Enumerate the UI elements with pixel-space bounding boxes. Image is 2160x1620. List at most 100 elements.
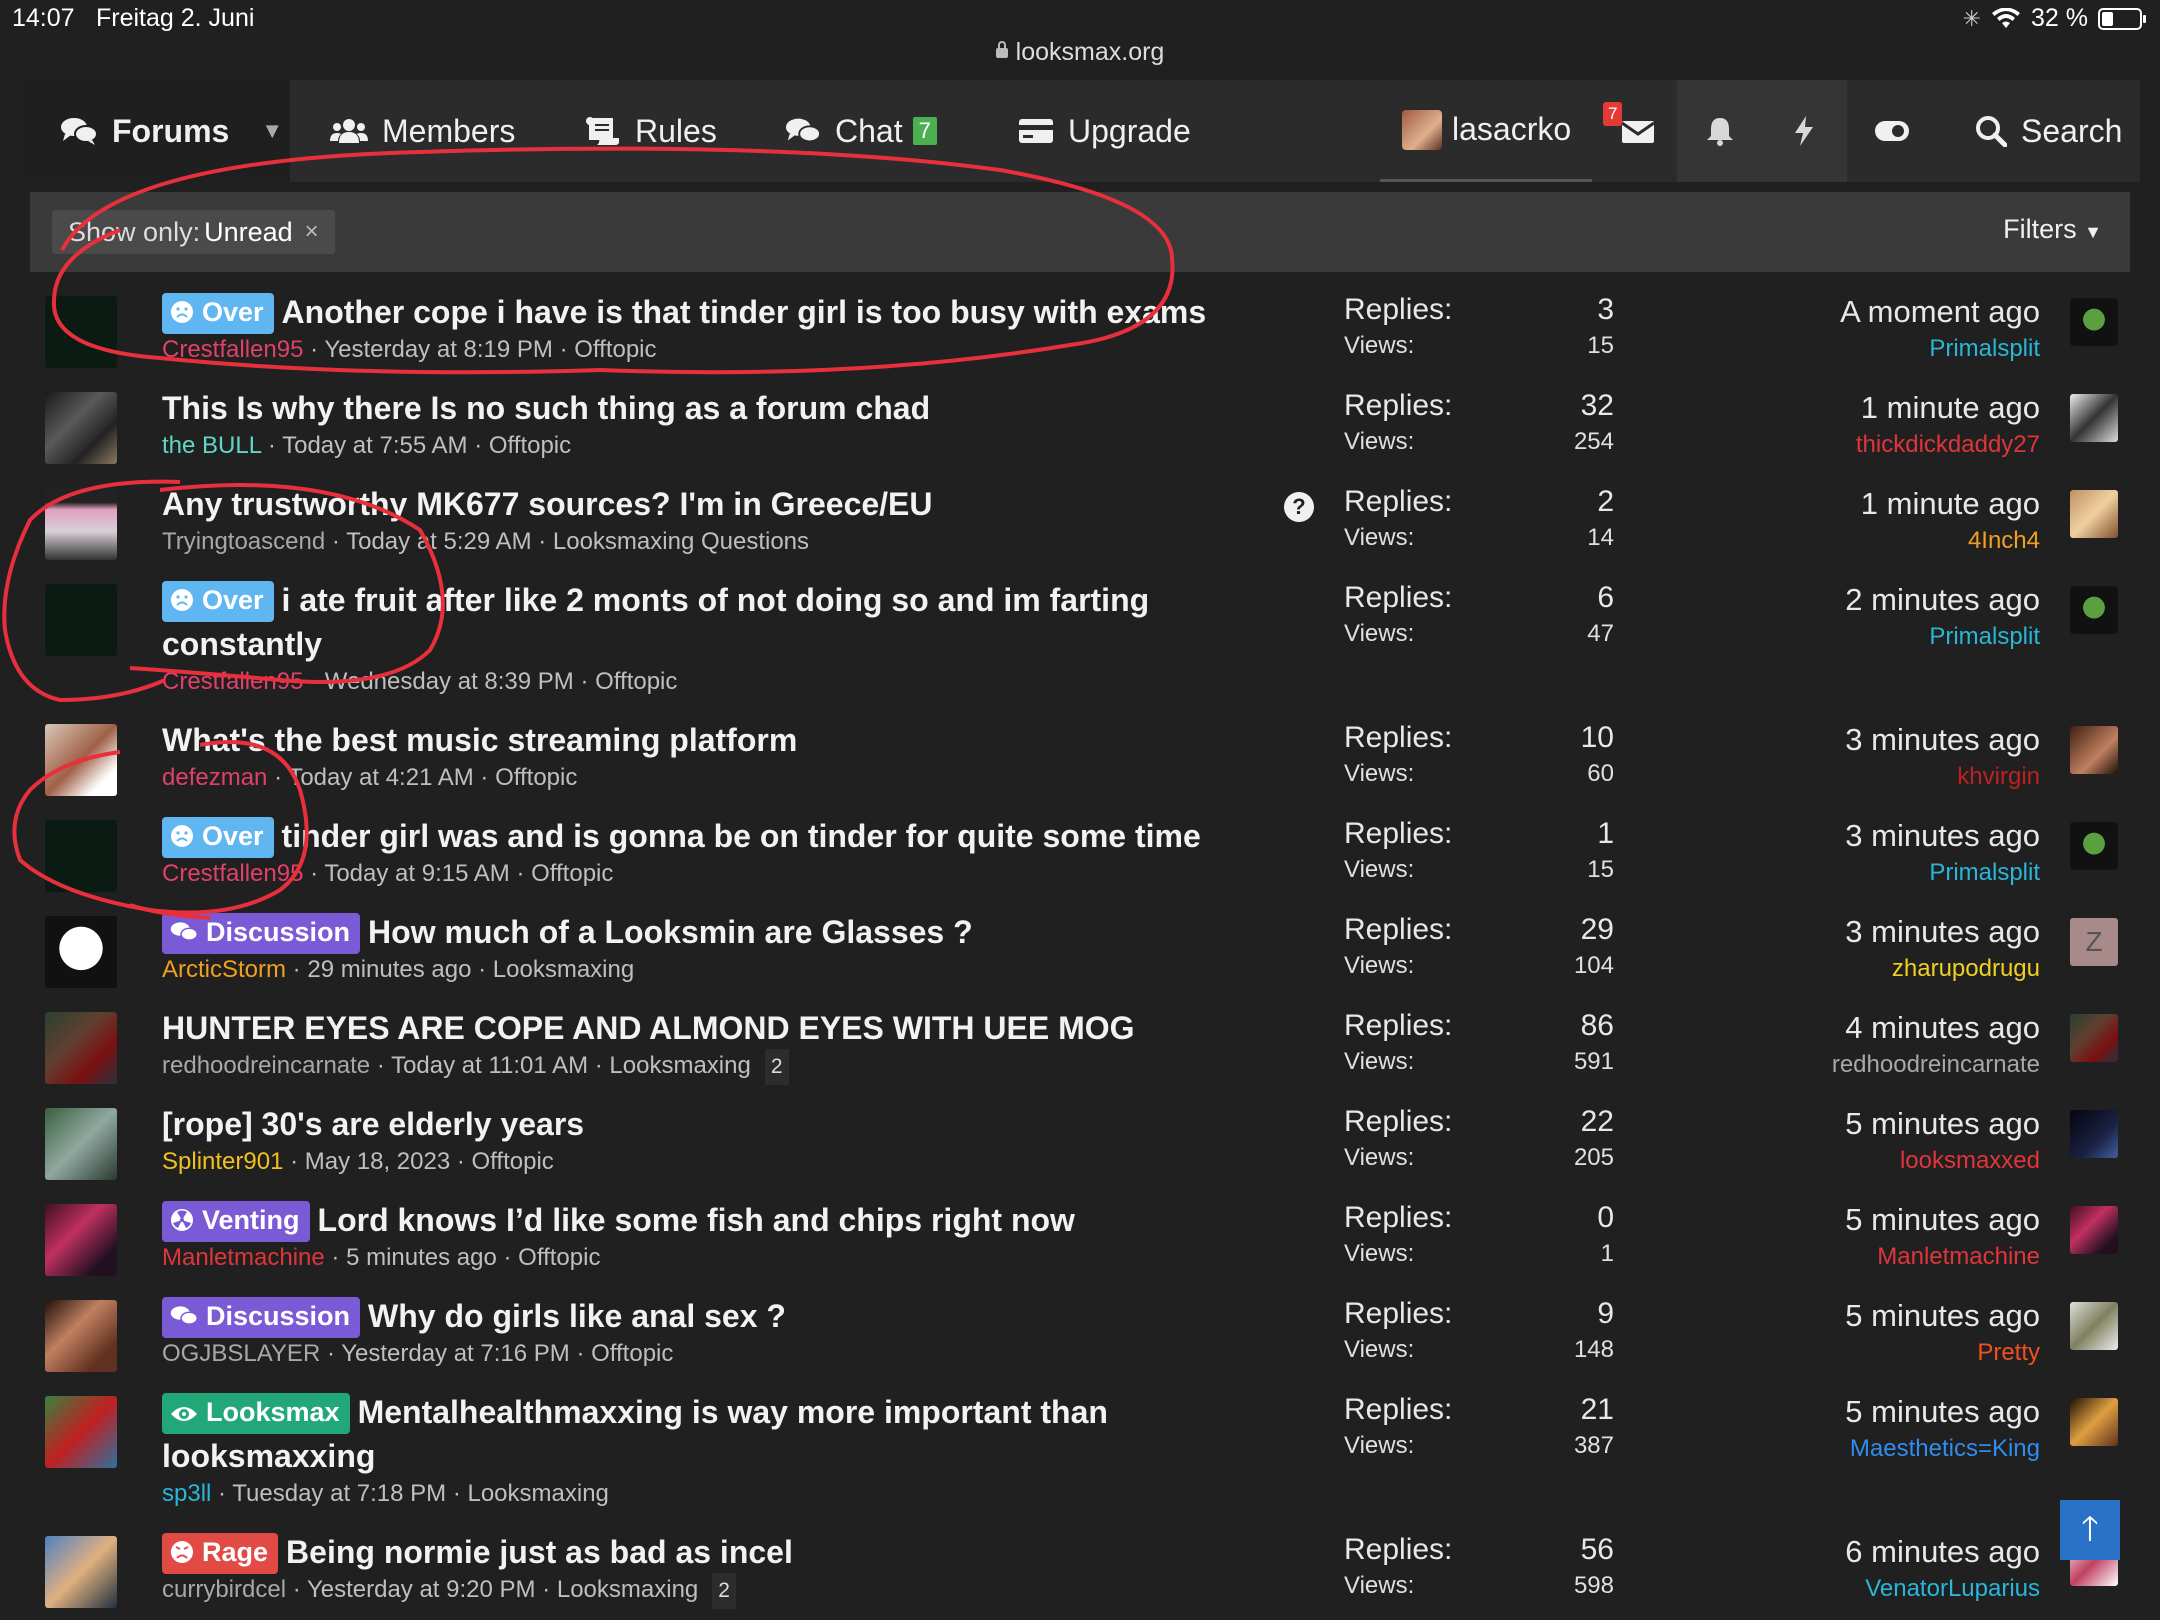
last-post-time[interactable]: 3 minutes ago <box>1640 912 2040 952</box>
thread-prefix[interactable]: Over <box>162 293 274 334</box>
thread-forum[interactable]: Offtopic <box>518 1244 600 1271</box>
last-poster-avatar[interactable] <box>2070 1110 2118 1158</box>
thread-title[interactable]: Discussion How much of a Looksmin are Gla… <box>162 910 1302 954</box>
last-poster-avatar[interactable] <box>2070 726 2118 774</box>
author-avatar[interactable] <box>45 1012 117 1084</box>
thread-title[interactable]: [rope] 30's are elderly years <box>162 1102 1302 1146</box>
last-post-time[interactable]: 2 minutes ago <box>1640 580 2040 620</box>
chevron-down-icon[interactable]: ▼ <box>261 118 283 144</box>
last-poster-avatar[interactable] <box>2070 394 2118 442</box>
nav-chat[interactable]: Chat 7 <box>785 80 937 182</box>
thread-forum[interactable]: Offtopic <box>595 668 677 695</box>
last-post-user[interactable]: 4Inch4 <box>1640 524 2040 558</box>
thread-author[interactable]: Crestfallen95 <box>162 336 303 363</box>
last-post-user[interactable]: Maesthetics=King <box>1640 1432 2040 1466</box>
nav-upgrade[interactable]: Upgrade <box>1018 80 1191 182</box>
thread-author[interactable]: defezman <box>162 764 267 791</box>
thread-author[interactable]: the BULL <box>162 432 261 459</box>
last-post-time[interactable]: 5 minutes ago <box>1640 1200 2040 1240</box>
thread-prefix[interactable]: Looksmax <box>162 1393 350 1434</box>
last-post-time[interactable]: 5 minutes ago <box>1640 1392 2040 1432</box>
page-link[interactable]: 2 <box>712 1573 736 1609</box>
nav-inbox[interactable] <box>1598 80 1678 182</box>
thread-title[interactable]: HUNTER EYES ARE COPE AND ALMOND EYES WIT… <box>162 1006 1302 1050</box>
thread-author[interactable]: Tryingtoascend <box>162 528 325 555</box>
last-post-user[interactable]: Manletmachine <box>1640 1240 2040 1274</box>
thread-title[interactable]: What's the best music streaming platform <box>162 718 1302 762</box>
close-icon[interactable]: × <box>305 218 319 246</box>
last-post-time[interactable]: 3 minutes ago <box>1640 720 2040 760</box>
last-post-user[interactable]: zharupodrugu <box>1640 952 2040 986</box>
thread-title[interactable]: Discussion Why do girls like anal sex ? <box>162 1294 1302 1338</box>
thread-date[interactable]: 5 minutes ago <box>346 1244 497 1271</box>
last-post-user[interactable]: Primalsplit <box>1640 856 2040 890</box>
thread-title[interactable]: Looksmax Mentalhealthmaxxing is way more … <box>162 1390 1302 1478</box>
thread-author[interactable]: Crestfallen95 <box>162 860 303 887</box>
thread-author[interactable]: OGJBSLAYER <box>162 1340 320 1367</box>
last-post-time[interactable]: 5 minutes ago <box>1640 1296 2040 1336</box>
last-post-user[interactable]: thickdickdaddy27 <box>1640 428 2040 462</box>
author-avatar[interactable] <box>45 488 117 560</box>
last-post-user[interactable]: Primalsplit <box>1640 620 2040 654</box>
nav-alerts[interactable] <box>1690 80 1750 182</box>
last-post-user[interactable]: Primalsplit <box>1640 332 2040 366</box>
last-poster-avatar[interactable]: Z <box>2070 918 2118 966</box>
thread-author[interactable]: redhoodreincarnate <box>162 1052 370 1079</box>
author-avatar[interactable] <box>45 1108 117 1180</box>
thread-author[interactable]: sp3ll <box>162 1480 211 1507</box>
thread-author[interactable]: Splinter901 <box>162 1148 283 1175</box>
thread-forum[interactable]: Offtopic <box>574 336 656 363</box>
thread-author[interactable]: Crestfallen95 <box>162 668 303 695</box>
thread-forum[interactable]: Offtopic <box>591 1340 673 1367</box>
author-avatar[interactable] <box>45 820 117 892</box>
thread-date[interactable]: Yesterday at 7:16 PM <box>341 1340 570 1367</box>
nav-account[interactable]: lasacrko <box>1380 80 1592 182</box>
filters-button[interactable]: Filters ▼ <box>2003 214 2102 245</box>
last-post-user[interactable]: Pretty <box>1640 1336 2040 1370</box>
page-link[interactable]: 2 <box>764 1049 789 1085</box>
last-post-time[interactable]: 3 minutes ago <box>1640 816 2040 856</box>
last-post-time[interactable]: 1 minute ago <box>1640 388 2040 428</box>
thread-forum[interactable]: Looksmaxing <box>493 956 634 983</box>
thread-title[interactable]: This Is why there Is no such thing as a … <box>162 386 1302 430</box>
thread-forum[interactable]: Offtopic <box>472 1148 554 1175</box>
last-post-time[interactable]: 4 minutes ago <box>1640 1008 2040 1048</box>
thread-author[interactable]: currybirdcel <box>162 1576 286 1603</box>
last-post-time[interactable]: 6 minutes ago <box>1640 1532 2040 1572</box>
thread-forum[interactable]: Offtopic <box>495 764 577 791</box>
nav-theme-toggle[interactable] <box>1862 80 1922 182</box>
last-poster-avatar[interactable] <box>2070 1398 2118 1446</box>
last-post-user[interactable]: khvirgin <box>1640 760 2040 794</box>
thread-prefix[interactable]: Over <box>162 581 274 622</box>
thread-date[interactable]: Today at 5:29 AM <box>346 528 531 555</box>
thread-date[interactable]: Wednesday at 8:39 PM <box>325 668 574 695</box>
thread-date[interactable]: Yesterday at 9:20 PM <box>307 1576 536 1603</box>
last-poster-avatar[interactable] <box>2070 490 2118 538</box>
address-bar[interactable]: looksmax.org <box>0 38 2160 67</box>
thread-prefix[interactable]: Over <box>162 817 274 858</box>
last-post-time[interactable]: 1 minute ago <box>1640 484 2040 524</box>
nav-search[interactable]: Search <box>1975 80 2122 182</box>
thread-title[interactable]: Over Another cope i have is that tinder g… <box>162 290 1302 334</box>
thread-date[interactable]: Today at 7:55 AM <box>282 432 467 459</box>
author-avatar[interactable] <box>45 296 117 368</box>
author-avatar[interactable] <box>45 392 117 464</box>
author-avatar[interactable] <box>45 724 117 796</box>
thread-forum[interactable]: Offtopic <box>489 432 571 459</box>
nav-rules[interactable]: Rules <box>585 80 717 182</box>
last-poster-avatar[interactable] <box>2070 586 2118 634</box>
last-post-user[interactable]: VenatorLuparius <box>1640 1572 2040 1606</box>
nav-whats-new[interactable] <box>1774 80 1834 182</box>
thread-date[interactable]: Today at 9:15 AM <box>324 860 509 887</box>
last-poster-avatar[interactable] <box>2070 1014 2118 1062</box>
thread-forum[interactable]: Offtopic <box>531 860 613 887</box>
nav-forums[interactable]: Forums ▼ <box>22 80 290 182</box>
thread-prefix[interactable]: Discussion <box>162 1297 361 1338</box>
last-poster-avatar[interactable] <box>2070 1206 2118 1254</box>
thread-title[interactable]: Venting Lord knows I’d like some fish and… <box>162 1198 1302 1242</box>
author-avatar[interactable] <box>45 584 117 656</box>
last-post-time[interactable]: A moment ago <box>1640 292 2040 332</box>
last-post-time[interactable]: 5 minutes ago <box>1640 1104 2040 1144</box>
thread-forum[interactable]: Looksmaxing <box>557 1576 698 1603</box>
thread-prefix[interactable]: Discussion <box>162 913 361 954</box>
